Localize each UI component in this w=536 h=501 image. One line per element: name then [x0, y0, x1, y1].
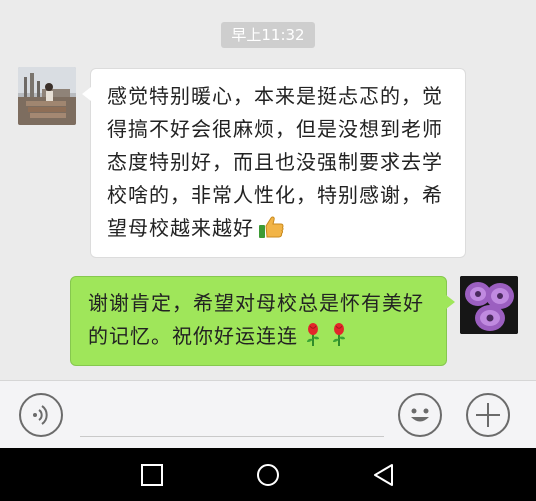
sender-avatar[interactable]: [18, 67, 76, 125]
recent-apps-icon[interactable]: [138, 461, 166, 489]
system-navigation-bar: [0, 448, 536, 501]
plus-icon[interactable]: [466, 393, 510, 437]
sent-message-bubble[interactable]: 谢谢肯定，希望对母校总是怀有美好的记忆。祝你好运连连: [70, 276, 455, 366]
sent-message-text: 谢谢肯定，希望对母校总是怀有美好的记忆。祝你好运连连: [88, 291, 424, 348]
input-bar: [0, 380, 536, 448]
self-avatar[interactable]: [460, 276, 518, 334]
message-input[interactable]: [80, 436, 384, 437]
received-message-bubble[interactable]: 感觉特别暖心，本来是挺忐忑的，觉得搞不好会很麻烦，但是没想到老师态度特别好，而且…: [82, 68, 466, 258]
timestamp: 早上11:32: [221, 22, 315, 48]
back-icon[interactable]: [370, 461, 398, 489]
home-icon[interactable]: [254, 461, 282, 489]
chat-area[interactable]: 早上11:32 感觉特别暖心，本来是挺忐忑的，觉得搞不好会很麻烦，但是没想到老师…: [0, 0, 536, 380]
voice-icon[interactable]: [19, 393, 63, 437]
thumbs-up-icon: [258, 215, 284, 249]
rose-icon: [328, 323, 350, 357]
rose-icon: [302, 323, 324, 357]
emoji-icon[interactable]: [398, 393, 442, 437]
